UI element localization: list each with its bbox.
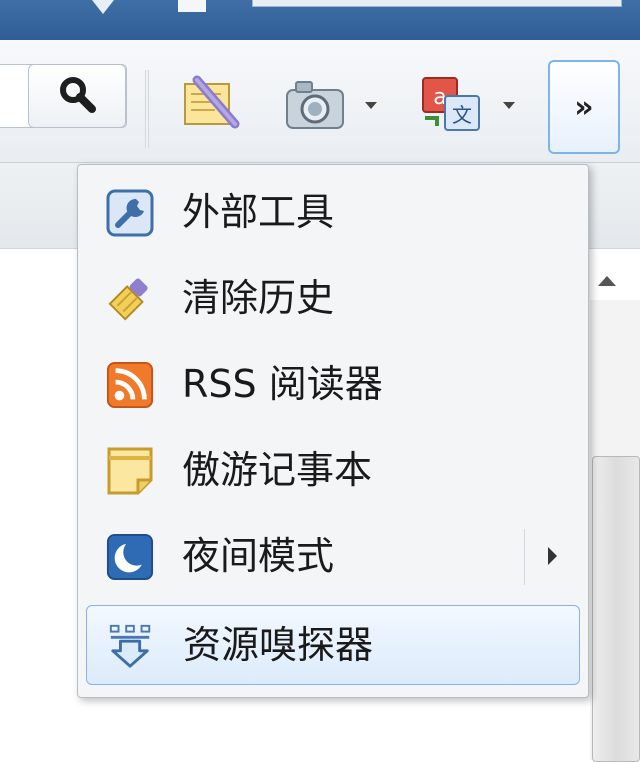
menu-item-maxthon-notepad[interactable]: 傲游记事本 <box>86 431 578 509</box>
search-button[interactable] <box>28 64 126 128</box>
menu-item-label: 外部工具 <box>182 190 335 234</box>
broom-icon <box>106 275 154 323</box>
screenshot-dropdown-icon[interactable] <box>365 102 377 109</box>
menu-item-clear-history[interactable]: 清除历史 <box>86 259 578 337</box>
menu-item-label: 清除历史 <box>182 276 335 320</box>
toolbar: a 文 » <box>0 40 640 163</box>
title-bar-icon <box>92 0 114 14</box>
wrench-icon <box>106 189 154 237</box>
translate-dropdown-icon[interactable] <box>503 102 515 109</box>
menu-item-label: 傲游记事本 <box>182 448 373 492</box>
scroll-up-arrow-icon[interactable] <box>598 276 616 286</box>
pencil-note-icon <box>181 74 241 138</box>
notepad-icon <box>106 447 154 495</box>
menu-item-label: 资源嗅探器 <box>183 623 374 667</box>
camera-icon <box>284 78 346 136</box>
moon-icon <box>106 533 154 581</box>
notes-tool-button[interactable] <box>180 75 242 137</box>
more-tools-button[interactable]: » <box>548 60 620 154</box>
title-bar <box>0 0 640 40</box>
menu-item-rss-reader[interactable]: RSS 阅读器 <box>86 345 578 423</box>
svg-text:文: 文 <box>452 103 472 127</box>
title-bar-field <box>252 0 622 7</box>
translate-tool-button[interactable]: a 文 <box>418 75 484 139</box>
menu-item-label: 夜间模式 <box>182 534 335 578</box>
tools-overflow-menu: 外部工具 清除历史 RSS 阅读器 傲游记事本 夜间模式 资源嗅探器 <box>77 164 589 698</box>
menu-item-night-mode[interactable]: 夜间模式 <box>86 517 578 595</box>
submenu-arrow-icon[interactable] <box>548 547 557 565</box>
double-chevron-right-icon: » <box>574 89 594 125</box>
search-icon <box>57 74 97 118</box>
toolbar-separator <box>145 70 149 148</box>
title-bar-block <box>178 0 206 12</box>
menu-item-label: RSS 阅读器 <box>182 362 383 406</box>
sniffer-icon <box>107 622 155 670</box>
menu-item-external-tools[interactable]: 外部工具 <box>86 173 578 251</box>
menu-item-resource-sniffer[interactable]: 资源嗅探器 <box>86 605 580 685</box>
screenshot-tool-button[interactable] <box>282 78 348 136</box>
scrollbar-thumb[interactable] <box>592 456 640 762</box>
translate-icon: a 文 <box>419 74 483 140</box>
submenu-separator <box>524 529 525 585</box>
rss-icon <box>106 361 154 409</box>
